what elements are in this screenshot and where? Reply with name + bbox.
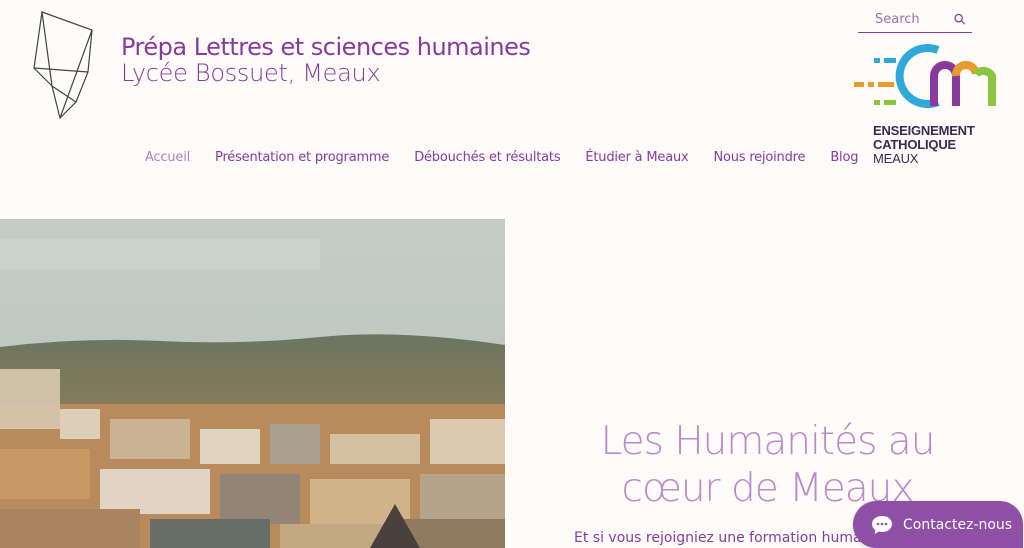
nav-item-blog[interactable]: Blog (830, 150, 858, 165)
hero-city-photo (0, 219, 505, 548)
ecm-line-1: ENSEIGNEMENT (873, 123, 975, 138)
nav-item-accueil[interactable]: Accueil (145, 150, 190, 165)
site-logo-drawing[interactable] (30, 10, 100, 122)
site-subtitle: Lycée Bossuet, Meaux (121, 59, 381, 87)
nav-item-presentation[interactable]: Présentation et programme (215, 150, 389, 165)
search-icon[interactable] (953, 11, 966, 27)
contact-button-label: Contactez-nous (903, 516, 1013, 533)
ecm-logo-text: ENSEIGNEMENT CATHOLIQUE MEAUX (873, 124, 975, 166)
hero-intro-text: Et si vous rejoigniez une formation huma… (574, 530, 864, 546)
ecm-line-2: CATHOLIQUE (873, 137, 956, 152)
main-nav: Accueil Présentation et programme Débouc… (145, 150, 883, 165)
nav-item-etudier[interactable]: Étudier à Meaux (585, 150, 688, 165)
ecm-line-3: MEAUX (873, 151, 919, 166)
chat-icon (872, 515, 892, 534)
hero-heading: Les Humanités au cœur de Meaux (600, 419, 936, 511)
nav-item-rejoindre[interactable]: Nous rejoindre (714, 150, 806, 165)
nav-item-debouches[interactable]: Débouchés et résultats (414, 150, 560, 165)
contact-button[interactable]: Contactez-nous (853, 501, 1023, 548)
ecm-logo-mark[interactable] (852, 42, 998, 110)
search-input[interactable] (875, 11, 953, 27)
search-bar (858, 6, 972, 33)
site-title[interactable]: Prépa Lettres et sciences humaines (121, 33, 531, 61)
